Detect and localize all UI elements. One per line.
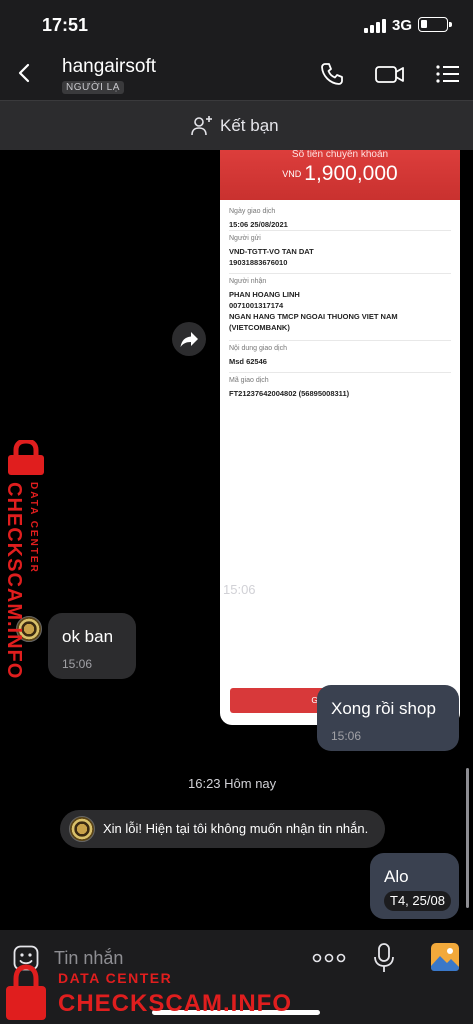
contact-name[interactable]: hangairsoft [62,56,156,78]
watermark-sub: DATA CENTER [58,970,173,986]
field-value: Msd 62546 [229,357,267,366]
time-divider: 16:23 Hôm nay [188,776,277,791]
receipt-amount: VND 1,900,000 [220,162,460,186]
watermark-sub: DATA CENTER [28,482,39,574]
field-label: Người nhận [229,278,267,285]
field-label: Ngày giao dịch [229,208,276,215]
menu-icon[interactable] [434,60,462,88]
more-options-icon[interactable] [312,952,346,964]
system-notice: Xin lỗi! Hiện tại tôi không muốn nhận ti… [60,810,385,848]
message-bubble-received[interactable]: ok ban 15:06 [48,613,136,679]
field-label: Người gửi [229,235,261,242]
message-text: Alo [384,867,409,886]
add-friend-label: Kết bạn [220,116,279,135]
back-icon[interactable] [12,60,38,86]
transfer-receipt-image[interactable]: Số tiền chuyển khoản VND 1,900,000 Ngày g… [220,150,460,725]
receipt-timestamp: 15:06 [223,582,256,597]
receipt-field-date: Ngày giao dịch 15:06 25/08/2021 [229,204,451,230]
receipt-amount-label: Số tiền chuyển khoản [291,150,389,160]
add-friend-button[interactable]: Kết bạn [190,114,279,138]
watermark-bottom: DATA CENTER CHECKSCAM.INFO [0,962,300,1024]
field-label: Nội dung giao dịch [229,345,287,352]
phone-icon[interactable] [318,60,346,88]
date-chip: T4, 25/08 [384,891,451,911]
add-friend-bar: Kết bạn [0,100,473,150]
battery-icon [418,17,452,32]
lock-icon [6,964,46,1020]
status-time: 17:51 [42,15,89,35]
network-type: 3G [392,17,413,34]
receipt-field-transaction-id: Mã giao dịch FT21237642004802 (568950083… [229,372,451,399]
field-value: FT21237642004802 (56895008311) [229,389,350,398]
status-bar: 17:51 3G [0,0,473,48]
field-value: PHAN HOANG LINH 0071001317174 NGAN HANG … [229,290,398,332]
lock-icon [8,440,44,475]
message-time: 15:06 [331,729,362,743]
watermark-brand: CHECKSCAM.INFO [3,482,25,680]
field-label: Mã giao dịch [229,377,269,384]
image-gallery-icon[interactable] [430,942,460,972]
field-value: VND-TGTT-VO TAN DAT 19031883676010 [229,247,314,267]
receipt-amount-value: 1,900,000 [304,162,398,185]
watermark-brand: CHECKSCAM.INFO [58,990,292,1017]
receipt-field-sender: Người gửi VND-TGTT-VO TAN DAT 1903188367… [229,230,451,268]
chat-area[interactable]: Số tiền chuyển khoản VND 1,900,000 Ngày g… [0,150,473,930]
system-notice-text: Xin lỗi! Hiện tại tôi không muốn nhận ti… [103,821,369,836]
message-bubble-sent[interactable]: Xong rồi shop 15:06 [317,685,459,751]
share-button[interactable] [172,322,206,356]
signal-icon [364,19,386,33]
forward-icon [180,332,198,347]
stranger-badge: NGƯỜI LẠ [62,81,124,94]
scrollbar[interactable] [466,768,469,908]
watermark-side: CHECKSCAM.INFO DATA CENTER [0,440,52,679]
field-value: 15:06 25/08/2021 [229,220,288,229]
avatar [69,816,95,842]
receipt-field-content: Nội dung giao dịch Msd 62546 [229,340,451,367]
message-text: Xong rồi shop [331,699,436,718]
message-text: ok ban [62,627,114,646]
video-call-icon[interactable] [374,60,406,88]
add-user-icon [191,116,212,136]
microphone-icon[interactable] [372,942,396,974]
chat-header: hangairsoft NGƯỜI LẠ [0,48,473,100]
message-time: 15:06 [62,657,93,671]
receipt-field-recipient: Người nhận PHAN HOANG LINH 0071001317174… [229,273,451,333]
receipt-currency: VND [282,169,302,179]
